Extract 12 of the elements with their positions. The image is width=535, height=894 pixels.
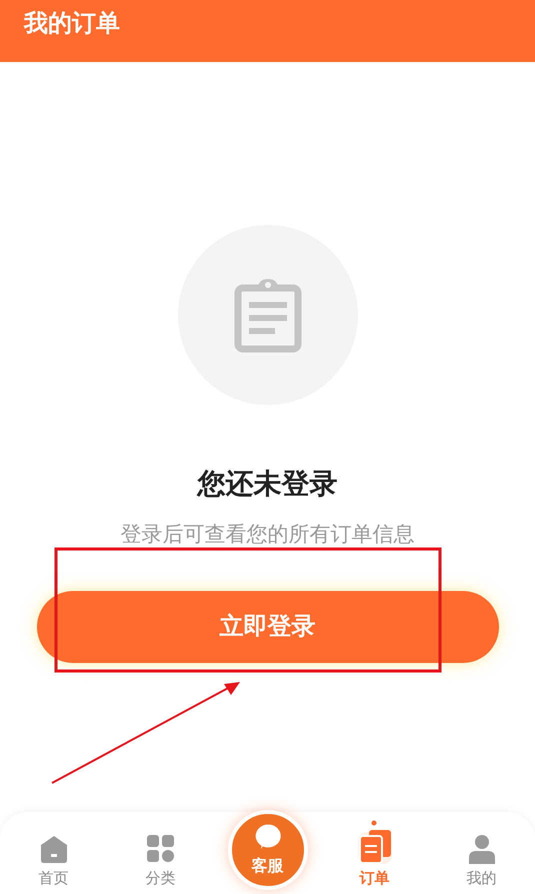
tab-item[interactable]: 我的 xyxy=(428,812,535,894)
home-icon xyxy=(38,834,68,864)
tab-item[interactable]: 订单 xyxy=(321,812,428,894)
empty-state-title: 您还未登录 xyxy=(198,467,338,501)
page-title: 我的订单 xyxy=(24,10,120,37)
tab-item[interactable]: 分类 xyxy=(107,812,214,894)
grid-icon xyxy=(146,834,176,864)
login-button[interactable]: 立即登录 xyxy=(36,590,498,662)
tab-item[interactable]: 首页 xyxy=(0,812,107,894)
person-icon xyxy=(466,834,496,864)
clipboard-icon xyxy=(234,277,302,353)
empty-state-message: 登录后可查看您的所有订单信息 xyxy=(120,522,414,548)
